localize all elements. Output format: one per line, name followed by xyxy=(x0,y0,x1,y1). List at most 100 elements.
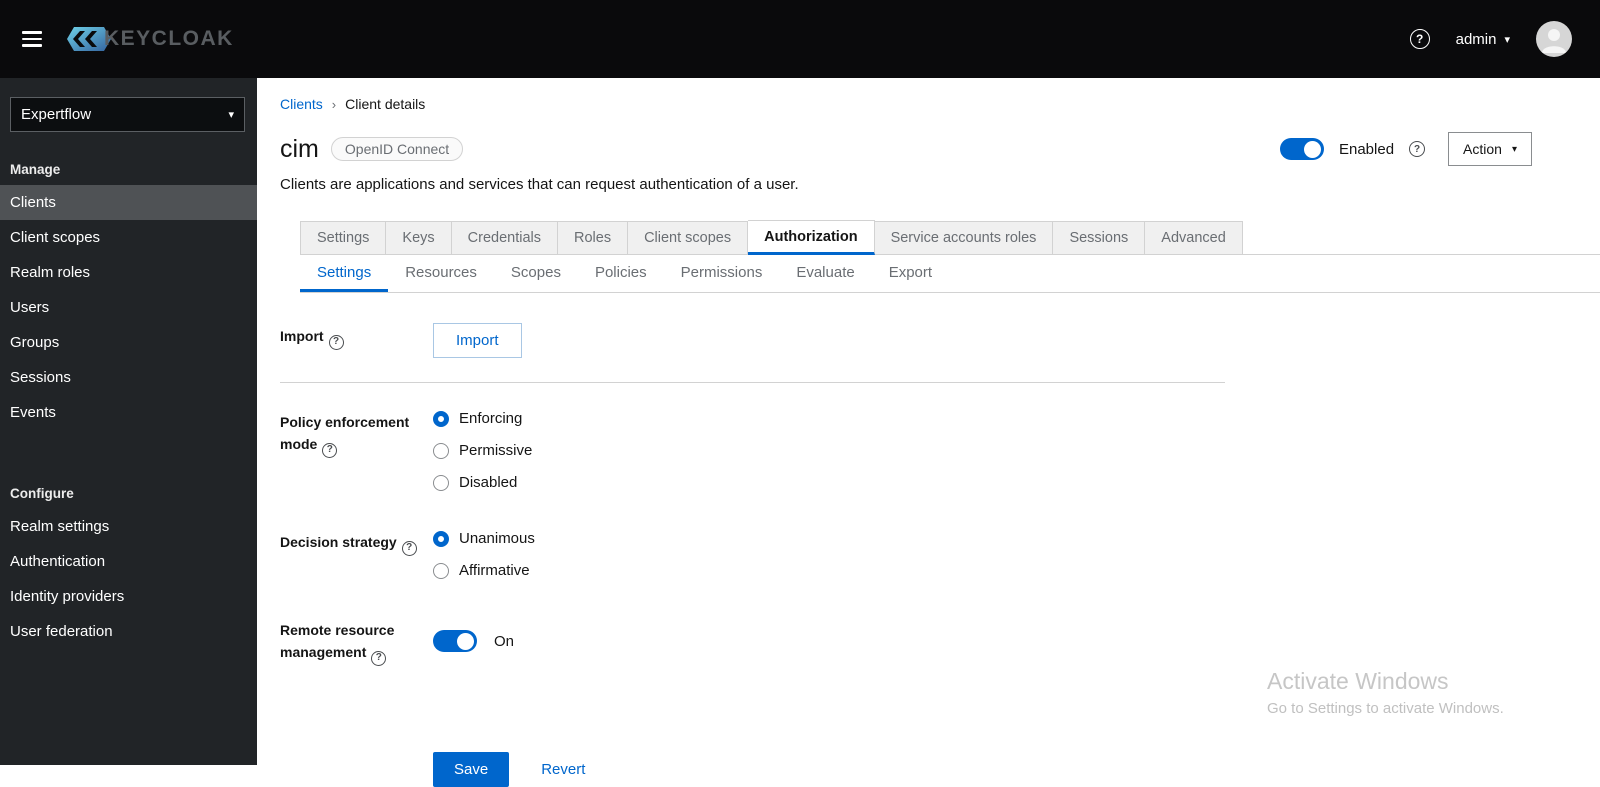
radio-disabled[interactable]: Disabled xyxy=(433,474,1225,491)
sidebar-item-user-federation[interactable]: User federation xyxy=(0,614,257,649)
page-title: cim xyxy=(280,134,319,163)
radio-enforcing[interactable]: Enforcing xyxy=(433,410,1225,427)
tab-client-scopes[interactable]: Client scopes xyxy=(628,221,749,254)
realm-selector[interactable]: Expertflow ▾ xyxy=(10,97,245,132)
sidebar-item-realm-settings[interactable]: Realm settings xyxy=(0,509,257,544)
enabled-toggle[interactable] xyxy=(1279,138,1324,160)
sidebar-item-authentication[interactable]: Authentication xyxy=(0,544,257,579)
radio-unselected-icon xyxy=(433,474,449,491)
sidebar-item-sessions[interactable]: Sessions xyxy=(0,360,257,395)
user-icon xyxy=(1542,29,1566,53)
radio-permissive[interactable]: Permissive xyxy=(433,442,1225,459)
title-row: cim OpenID Connect Enabled ? Action ▾ xyxy=(280,132,1532,166)
revert-button[interactable]: Revert xyxy=(541,761,585,778)
radio-label: Permissive xyxy=(459,442,533,459)
realm-name: Expertflow xyxy=(21,106,92,123)
hamburger-menu-button[interactable] xyxy=(12,21,52,57)
help-glyph: ? xyxy=(1415,32,1424,46)
save-button[interactable]: Save xyxy=(433,751,510,787)
radio-label: Unanimous xyxy=(459,530,535,547)
user-menu-button[interactable]: admin ▾ xyxy=(1456,31,1510,48)
logo-text: KEYCLOAK xyxy=(104,27,234,50)
subtab-settings[interactable]: Settings xyxy=(300,255,389,292)
authorization-subtabs: Settings Resources Scopes Policies Permi… xyxy=(300,255,1600,293)
decision-strategy-label: Decision strategy? xyxy=(280,529,420,579)
chevron-down-icon: ▾ xyxy=(1511,143,1517,155)
subtab-resources[interactable]: Resources xyxy=(388,255,494,292)
top-header: KEYCLOAK ? admin ▾ xyxy=(0,0,1600,78)
breadcrumb: Clients › Client details xyxy=(280,96,1532,112)
enabled-label: Enabled xyxy=(1338,140,1395,158)
subtab-policies[interactable]: Policies xyxy=(578,255,664,292)
remote-toggle-row: On xyxy=(433,617,1225,666)
import-row: Import? Import xyxy=(280,323,1225,358)
remote-resource-toggle[interactable] xyxy=(433,630,477,653)
help-glyph: ? xyxy=(375,652,382,664)
header-actions: ? admin ▾ xyxy=(1409,21,1572,57)
remote-help-icon[interactable]: ? xyxy=(371,650,387,666)
subtab-evaluate[interactable]: Evaluate xyxy=(779,255,871,292)
tab-advanced[interactable]: Advanced xyxy=(1145,221,1243,254)
help-glyph: ? xyxy=(1413,143,1421,155)
decision-strategy-row: Decision strategy? Unanimous Affirmative xyxy=(280,529,1225,579)
protocol-badge: OpenID Connect xyxy=(330,137,464,161)
breadcrumb-separator-icon: › xyxy=(331,96,337,112)
tab-service-accounts-roles[interactable]: Service accounts roles xyxy=(874,221,1054,254)
client-tabs: Settings Keys Credentials Roles Client s… xyxy=(300,220,1600,255)
breadcrumb-current: Client details xyxy=(345,96,426,112)
help-glyph: ? xyxy=(406,542,413,553)
radio-affirmative[interactable]: Affirmative xyxy=(433,562,1225,579)
chevron-down-icon: ▾ xyxy=(1504,33,1510,46)
policy-enforcement-row: Policy enforcement mode? Enforcing Permi… xyxy=(280,409,1225,491)
toggle-knob xyxy=(457,632,474,650)
toggle-knob xyxy=(1303,140,1321,158)
sidebar-item-groups[interactable]: Groups xyxy=(0,325,257,360)
nav-section-manage: Manage xyxy=(10,162,61,177)
sidebar-item-events[interactable]: Events xyxy=(0,395,257,430)
policy-help-icon[interactable]: ? xyxy=(322,442,338,458)
decision-help-icon[interactable]: ? xyxy=(401,540,417,556)
username: admin xyxy=(1455,30,1497,48)
action-dropdown-button[interactable]: Action ▾ xyxy=(1448,132,1532,166)
sidebar-item-users[interactable]: Users xyxy=(0,290,257,325)
tab-authorization[interactable]: Authorization xyxy=(748,220,875,255)
sidebar-item-realm-roles[interactable]: Realm roles xyxy=(0,255,257,290)
title-actions: Enabled ? Action ▾ xyxy=(1279,132,1532,166)
radio-unselected-icon xyxy=(433,562,449,579)
radio-label: Affirmative xyxy=(459,562,530,579)
sidebar-item-clients[interactable]: Clients xyxy=(0,185,257,220)
avatar[interactable] xyxy=(1536,21,1572,57)
action-label: Action xyxy=(1463,141,1502,157)
sidebar: Expertflow ▾ Manage Clients Client scope… xyxy=(0,78,257,765)
import-help-icon[interactable]: ? xyxy=(328,334,344,350)
radio-label: Disabled xyxy=(459,474,518,491)
tab-settings[interactable]: Settings xyxy=(300,221,387,254)
enabled-help-icon[interactable]: ? xyxy=(1409,141,1426,157)
authorization-settings-form: Import? Import Policy enforcement mode? … xyxy=(280,323,1225,787)
import-button[interactable]: Import xyxy=(433,323,522,358)
keycloak-logo: KEYCLOAK xyxy=(66,26,234,52)
subtab-scopes[interactable]: Scopes xyxy=(494,255,578,292)
chevron-down-icon: ▾ xyxy=(228,109,234,121)
remote-resource-label: Remote resource management? xyxy=(280,617,420,666)
import-label: Import? xyxy=(280,323,420,358)
radio-unanimous[interactable]: Unanimous xyxy=(433,530,1225,547)
subtab-permissions[interactable]: Permissions xyxy=(664,255,780,292)
tab-sessions[interactable]: Sessions xyxy=(1053,221,1146,254)
help-glyph: ? xyxy=(326,444,333,456)
subtab-export[interactable]: Export xyxy=(872,255,949,292)
help-icon[interactable]: ? xyxy=(1409,29,1430,49)
section-divider xyxy=(280,382,1225,383)
sidebar-item-identity-providers[interactable]: Identity providers xyxy=(0,579,257,614)
policy-radio-group: Enforcing Permissive Disabled xyxy=(433,409,1225,491)
tab-credentials[interactable]: Credentials xyxy=(451,221,558,254)
help-glyph: ? xyxy=(333,336,340,347)
policy-enforcement-label: Policy enforcement mode? xyxy=(280,409,420,491)
radio-selected-icon xyxy=(433,410,449,427)
breadcrumb-clients-link[interactable]: Clients xyxy=(280,96,323,112)
sidebar-item-client-scopes[interactable]: Client scopes xyxy=(0,220,257,255)
tab-keys[interactable]: Keys xyxy=(386,221,452,254)
tab-roles[interactable]: Roles xyxy=(558,221,629,254)
nav-section-configure: Configure xyxy=(10,486,74,501)
main-content: Clients › Client details cim OpenID Conn… xyxy=(257,78,1600,787)
